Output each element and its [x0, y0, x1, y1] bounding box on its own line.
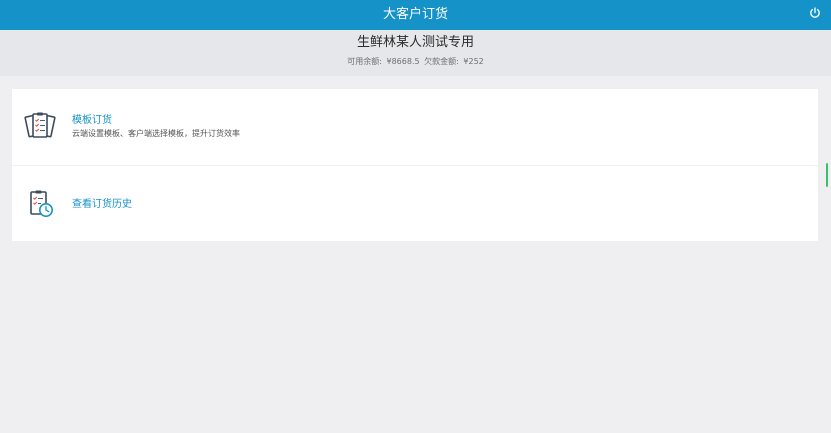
owed-amount-value: ¥252 [463, 57, 484, 66]
account-summary: 生鲜林某人测试专用 可用余额: ¥8668.5 欠款金额: ¥252 [0, 30, 831, 76]
available-balance-value: ¥8668.5 [386, 57, 420, 66]
menu-item-order-history[interactable]: 查看订货历史 [12, 166, 818, 241]
page-title: 大客户订货 [382, 7, 448, 22]
power-icon[interactable] [808, 6, 822, 20]
clipboard-clock-icon [30, 190, 53, 217]
menu-item-template-order[interactable]: 模板订货 云端设置模板、客户端选择模板，提升订货效率 [12, 89, 818, 166]
menu-item-template-order-description: 云端设置模板、客户端选择模板，提升订货效率 [72, 129, 240, 138]
menu-item-template-order-title: 模板订货 [72, 115, 112, 126]
owed-amount-label: 欠款金额: [424, 57, 459, 66]
balance-line: 可用余额: ¥8668.5 欠款金额: ¥252 [0, 56, 831, 68]
scroll-indicator[interactable] [826, 163, 828, 187]
available-balance-label: 可用余额: [347, 57, 382, 66]
customer-name: 生鲜林某人测试专用 [356, 35, 474, 50]
clipboard-documents-icon [24, 112, 56, 138]
menu-item-order-history-title: 查看订货历史 [72, 199, 132, 210]
menu-card: 模板订货 云端设置模板、客户端选择模板，提升订货效率 查看订货历史 [12, 89, 818, 241]
top-header: 大客户订货 [0, 0, 831, 30]
